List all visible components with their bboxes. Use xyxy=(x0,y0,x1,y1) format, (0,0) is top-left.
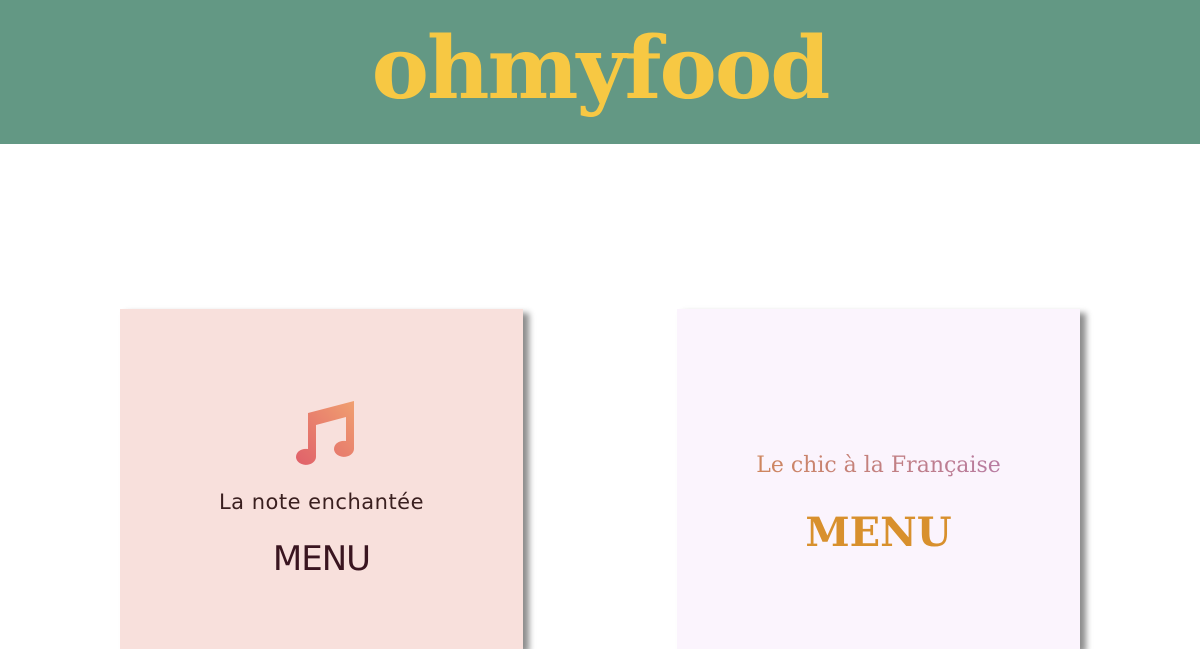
restaurant-card-la-note-enchantee[interactable]: La note enchantée MENU xyxy=(120,309,523,649)
site-logo[interactable]: ohmyfood xyxy=(372,26,831,112)
restaurant-name: Le chic à la Française xyxy=(677,453,1080,478)
menu-link[interactable]: MENU xyxy=(677,509,1080,556)
site-header: ohmyfood xyxy=(0,0,1200,144)
restaurant-card-le-chic-a-la-francaise[interactable]: Le chic à la Française MENU xyxy=(677,309,1080,649)
restaurant-name: La note enchantée xyxy=(218,490,425,514)
menu-link[interactable]: MENU xyxy=(120,539,523,579)
music-note-icon xyxy=(296,401,354,465)
